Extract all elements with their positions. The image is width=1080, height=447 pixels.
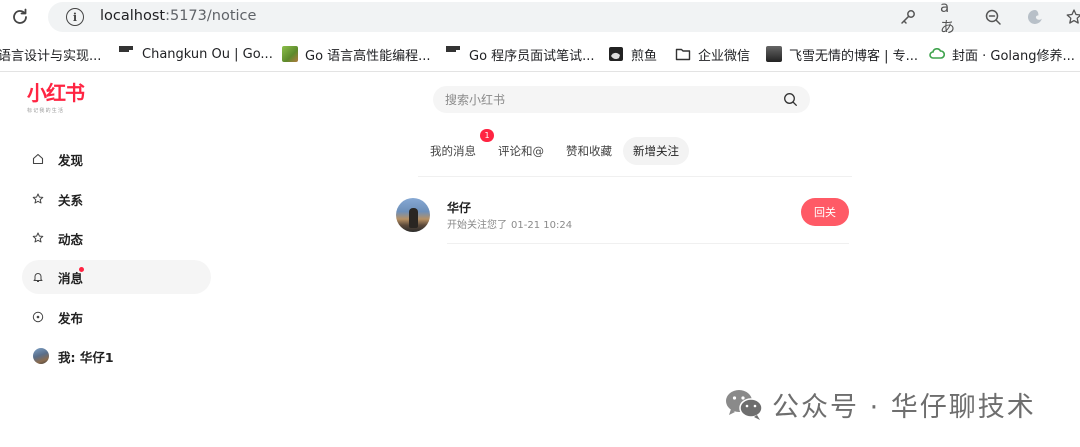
- zoom-out-icon[interactable]: [982, 6, 1004, 28]
- nav-label: 发现: [58, 152, 84, 168]
- nav-label: 关系: [58, 192, 84, 208]
- tab-new-followers[interactable]: 新增关注: [623, 137, 689, 165]
- unread-dot: [79, 267, 84, 272]
- logo-text: 小红书: [27, 81, 85, 105]
- user-avatar[interactable]: [396, 198, 430, 232]
- watermark-text: 公众号 · 华仔聊技术: [772, 391, 1036, 423]
- badge-count: 1: [484, 131, 490, 140]
- wechat-icon: [724, 387, 764, 421]
- nav-label: 发布: [58, 310, 84, 326]
- nav-label: 动态: [58, 231, 84, 247]
- lines-icon: [446, 46, 462, 62]
- search-bar: [433, 86, 810, 113]
- nav-item-relations[interactable]: 关系: [22, 182, 211, 216]
- bell-icon: [32, 271, 44, 283]
- bookmark-label: 企业微信: [698, 48, 751, 64]
- plus-circle-icon: [32, 311, 44, 323]
- star-icon: [32, 232, 44, 244]
- site-info-icon[interactable]: i: [66, 8, 84, 26]
- bookmark-item[interactable]: Changkun Ou | Go...: [119, 45, 273, 63]
- avatar: [33, 348, 49, 364]
- browser-toolbar: i localhost:5173/notice aあ: [0, 0, 1080, 36]
- follow-back-button[interactable]: 回关: [801, 198, 849, 226]
- bookmark-label: Go 语言高性能编程...: [305, 48, 431, 64]
- nav-item-messages[interactable]: 消息: [22, 260, 211, 294]
- cloud-icon: [929, 46, 946, 62]
- bookmark-item[interactable]: Go 语言高性能编程...: [282, 45, 431, 64]
- tab-label: 赞和收藏: [566, 144, 612, 158]
- edge-extension-icon[interactable]: [1024, 6, 1046, 28]
- app-logo[interactable]: 小红书 标记我的生活: [27, 82, 87, 118]
- notice-action: 开始关注您了: [447, 220, 507, 231]
- translate-icon[interactable]: aあ: [940, 0, 962, 36]
- bookmark-label: Changkun Ou | Go...: [142, 46, 273, 62]
- tabs-divider: [418, 176, 852, 177]
- nav-item-feed[interactable]: 动态: [22, 221, 211, 255]
- url-host: localhost: [100, 8, 166, 24]
- chrome-divider: [0, 71, 1080, 72]
- notice-description: 开始关注您了 01-21 10:24: [447, 216, 572, 231]
- favorite-star-icon[interactable]: [1063, 6, 1080, 28]
- nav-item-discover[interactable]: 发现: [22, 142, 211, 176]
- user-name[interactable]: 华仔: [447, 199, 471, 216]
- logo-slogan: 标记我的生活: [27, 108, 65, 114]
- notice-time: 01-21 10:24: [511, 220, 573, 231]
- tab-label: 评论和@: [498, 144, 544, 158]
- nav-label: 我: 华仔1: [58, 349, 114, 365]
- avatar-figure: [409, 208, 418, 228]
- bookmark-item[interactable]: 煎鱼: [608, 45, 658, 64]
- bookmark-item[interactable]: 飞雪无情的博客 | 专...: [766, 45, 919, 64]
- tab-likes[interactable]: 赞和收藏: [556, 137, 622, 165]
- home-icon: [32, 153, 44, 165]
- lines-icon: [119, 46, 135, 62]
- gopher-icon: [282, 46, 298, 62]
- nav-item-publish[interactable]: 发布: [22, 300, 211, 334]
- search-icon[interactable]: [783, 92, 798, 107]
- key-icon[interactable]: [897, 6, 919, 28]
- reload-icon[interactable]: [8, 5, 32, 29]
- blog-avatar-icon: [766, 46, 782, 62]
- row-divider: [447, 243, 849, 244]
- bookmark-item[interactable]: 封面 · Golang修养...: [929, 45, 1075, 64]
- tab-label: 我的消息: [430, 144, 476, 158]
- tab-comments[interactable]: 评论和@: [488, 137, 554, 165]
- nav-item-me[interactable]: 我: 华仔1: [22, 339, 211, 373]
- bookmark-item[interactable]: Go 程序员面试笔试...: [446, 45, 595, 64]
- bookmark-label: Go 程序员面试笔试...: [469, 48, 595, 64]
- bookmark-label: 飞雪无情的博客 | 专...: [789, 48, 919, 64]
- bookmark-label: 封面 · Golang修养...: [952, 48, 1075, 64]
- tab-my-messages[interactable]: 我的消息: [420, 137, 486, 165]
- watermark: 公众号 · 华仔聊技术: [724, 384, 1036, 424]
- fish-site-icon: [608, 46, 624, 62]
- bookmark-item[interactable]: 企业微信: [675, 45, 751, 64]
- url-path: :5173/notice: [165, 8, 257, 24]
- bookmark-label: 煎鱼: [631, 48, 658, 64]
- bookmark-item[interactable]: 语言设计与实现...: [0, 45, 102, 64]
- tab-label: 新增关注: [633, 144, 679, 158]
- search-input[interactable]: [445, 91, 765, 108]
- bookmark-label: 语言设计与实现...: [0, 48, 102, 64]
- bookmarks-bar: 语言设计与实现... Changkun Ou | Go... Go 语言高性能编…: [0, 40, 1080, 68]
- folder-icon: [675, 46, 691, 62]
- url-text[interactable]: localhost:5173/notice: [100, 8, 256, 24]
- star-icon: [32, 193, 44, 205]
